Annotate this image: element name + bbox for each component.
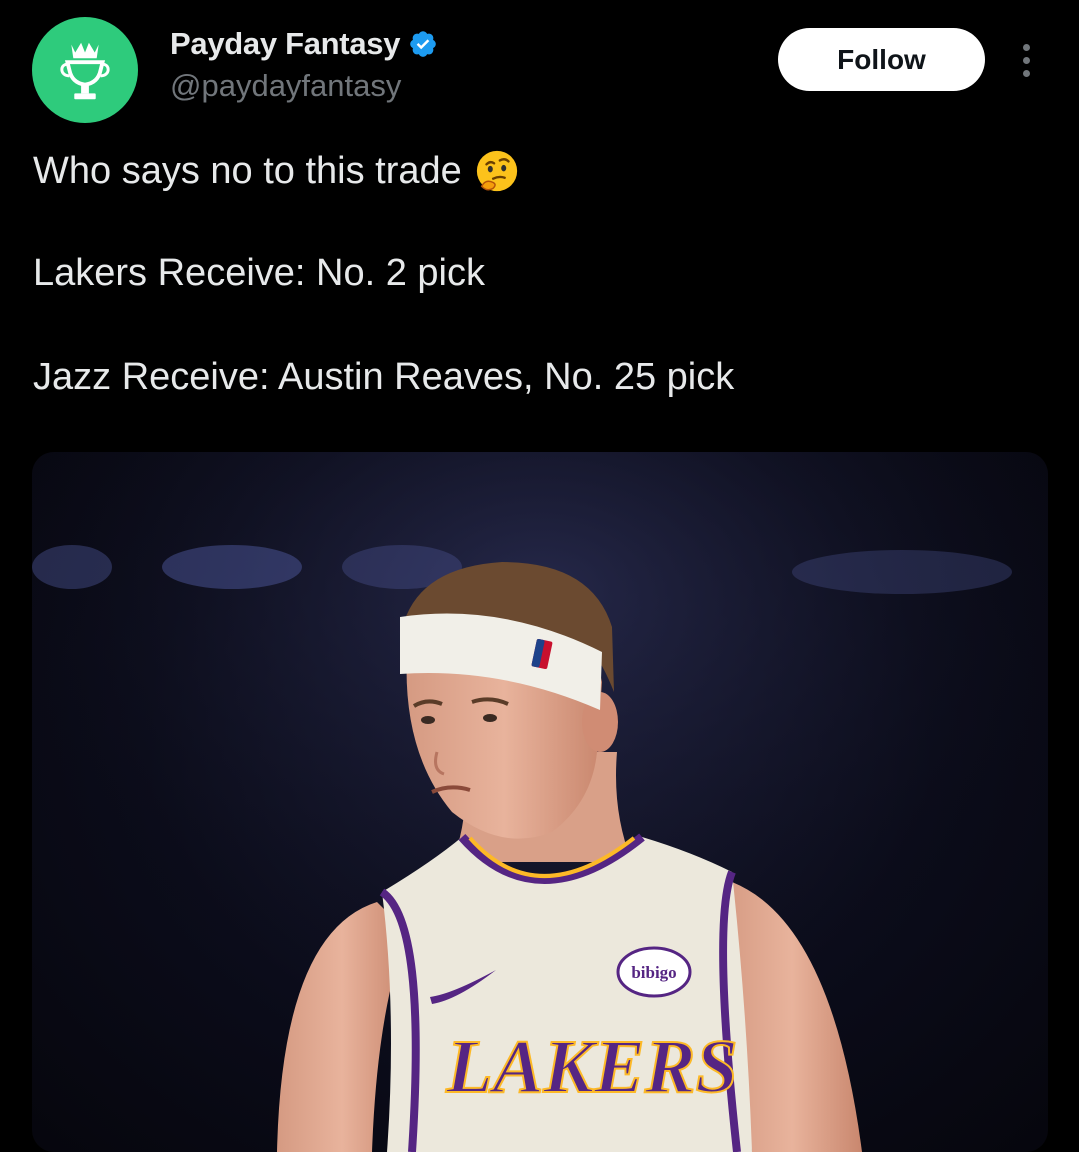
tweet-text-line-3: Jazz Receive: Austin Reaves, No. 25 pick (33, 356, 735, 398)
author-display-name[interactable]: Payday Fantasy (170, 26, 400, 62)
jersey-wordmark-text: LAKERS (445, 1025, 737, 1109)
tweet-question: Who says no to this trade (33, 149, 462, 192)
thinking-face-emoji (474, 148, 520, 194)
tweet-text-line-2: Lakers Receive: No. 2 pick (33, 252, 485, 294)
verified-badge-icon (408, 29, 438, 59)
author-avatar[interactable] (32, 17, 138, 123)
trophy-crown-icon (60, 42, 110, 100)
author-name-row[interactable]: Payday Fantasy (170, 26, 438, 62)
tweet-text-line-1: Who says no to this trade (33, 148, 520, 194)
follow-button[interactable]: Follow (778, 28, 985, 91)
tweet-media-photo[interactable]: bibigo LAKERS (32, 452, 1048, 1152)
more-vertical-icon[interactable] (1008, 38, 1044, 82)
author-handle[interactable]: @paydayfantasy (170, 68, 401, 104)
player-photo-illustration: bibigo LAKERS (32, 452, 1048, 1152)
jersey-patch-text: bibigo (631, 963, 676, 982)
